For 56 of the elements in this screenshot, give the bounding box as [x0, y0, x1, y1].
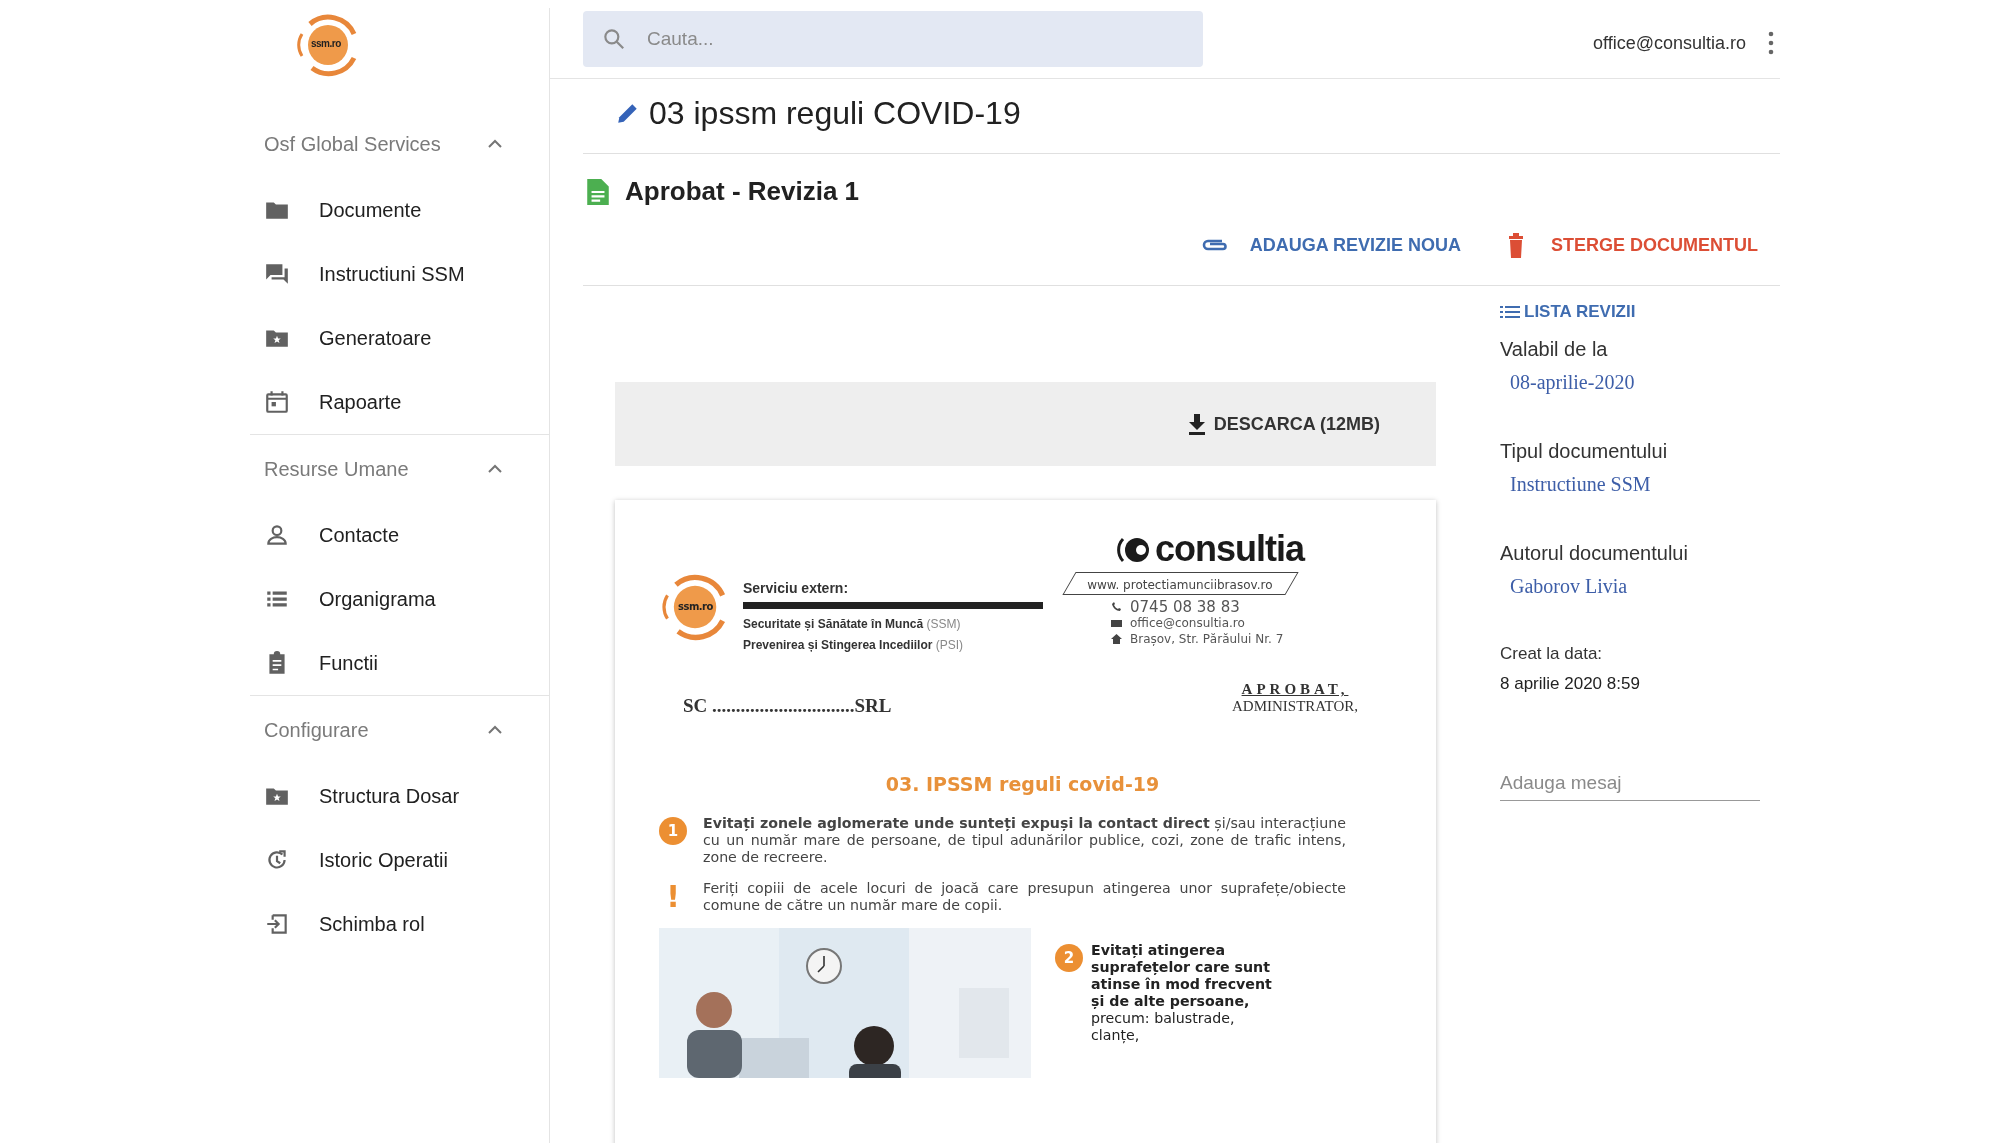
- calendar-icon: [264, 389, 290, 415]
- sidebar-item[interactable]: Documente: [319, 198, 422, 222]
- document-title: 03 ipssm reguli COVID-19: [649, 94, 1021, 132]
- section-header: Configurare: [264, 718, 369, 742]
- sidebar-item[interactable]: Generatoare: [319, 326, 432, 350]
- field-label: Tipul documentului: [1500, 440, 1669, 463]
- service-title: Serviciu extern:: [743, 580, 850, 596]
- number-badge: 1: [659, 817, 687, 845]
- brand-name: consultia: [1155, 528, 1305, 570]
- more-menu-icon[interactable]: [1766, 30, 1776, 56]
- house-icon: [1111, 634, 1122, 644]
- section-header: Osf Global Services: [264, 132, 441, 156]
- add-revision-button[interactable]: ADAUGA REVIZIE NOUA: [1199, 227, 1461, 263]
- field-label: Creat la data:: [1500, 644, 1604, 664]
- field-value[interactable]: Instructiune SSM: [1510, 473, 1780, 496]
- search-icon: [601, 26, 627, 52]
- sidebar-item[interactable]: Instructiuni SSM: [319, 262, 465, 286]
- contact-text: 0745 08 38 83: [1130, 599, 1240, 615]
- rule-text: Feriți copiii de acele locuri de joacă care presupun atingerea unor suprafețe/obiecte comune de către un număr mare de copii.: [703, 880, 1346, 914]
- list-icon: [1500, 304, 1520, 320]
- sidebar-item[interactable]: Schimba rol: [319, 912, 425, 936]
- phone-icon: [1111, 602, 1122, 612]
- sidebar-item[interactable]: Functii: [319, 651, 378, 675]
- revisions-list-link[interactable]: LISTA REVIZII: [1500, 302, 1636, 322]
- approval-title: APROBAT,: [1241, 681, 1349, 698]
- document-heading: 03. IPSSM reguli covid-19: [884, 773, 1161, 795]
- contact-text: Brașov, Str. Părăului Nr. 7: [1130, 631, 1284, 647]
- sidebar-item[interactable]: Organigrama: [319, 587, 436, 611]
- field-value[interactable]: 08-aprilie-2020: [1510, 371, 1780, 394]
- company-line: SC ..............................SRL: [683, 695, 892, 717]
- download-button[interactable]: DESCARCA (12MB): [1179, 406, 1386, 442]
- person-icon: [264, 522, 290, 548]
- document-icon: [585, 177, 611, 206]
- sidebar-item[interactable]: Rapoarte: [319, 390, 402, 414]
- sidebar-item[interactable]: Istoric Operatii: [319, 848, 448, 872]
- field-label: Valabil de la: [1500, 338, 1609, 361]
- revision-title: Aprobat - Revizia 1: [625, 176, 860, 207]
- warning-marker: !: [665, 882, 681, 910]
- number-badge: 2: [1055, 944, 1083, 972]
- field-label: Autorul documentului: [1500, 542, 1689, 565]
- section-header: Resurse Umane: [264, 457, 409, 481]
- sidebar-item[interactable]: Contacte: [319, 523, 400, 547]
- search-field[interactable]: Cauta...: [583, 11, 1203, 67]
- contact-text: office@consultia.ro: [1130, 615, 1245, 631]
- user-email: office@consultia.ro: [1592, 32, 1746, 54]
- delete-document-button[interactable]: STERGE DOCUMENTUL: [1501, 227, 1758, 263]
- service-line: Securitate și Sănătate în Muncă (SSM): [743, 617, 962, 631]
- field-value: 8 aprilie 2020 8:59: [1500, 674, 1641, 694]
- exit-icon: [264, 911, 290, 937]
- approval-role: ADMINISTRATOR,: [1232, 698, 1358, 715]
- field-value[interactable]: Gaborov Livia: [1510, 575, 1780, 598]
- rule-text: Evitați atingerea suprafețelor care sunt atinse în mod frecvent și de alte persoane, precum: balustrade, clanțe,: [1091, 942, 1273, 1046]
- website-banner: www. protectiamunciibrasov.ro: [1062, 572, 1299, 595]
- service-line: Prevenirea și Stingerea Incediilor (PSI): [743, 638, 965, 652]
- sidebar-item[interactable]: Structura Dosar: [319, 784, 460, 808]
- rule-text: Evitați zonele aglomerate unde sunteți expuși la contact direct și/sau interacțiune cu un număr mare de persoane, de tipul adunărilor publice, cozi, zone de trafic intens, zone de recreere.: [703, 815, 1346, 866]
